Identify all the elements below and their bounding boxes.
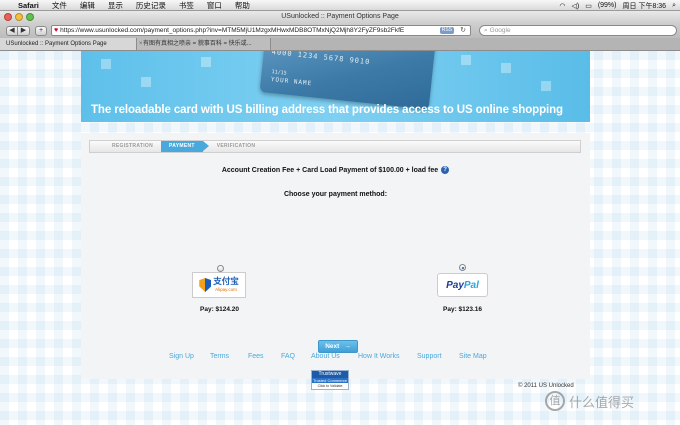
spotlight-icon[interactable]: ⌕ bbox=[672, 2, 676, 10]
tab-bar: USunlocked :: Payment Options Page × 有图有… bbox=[0, 38, 680, 51]
watermark-badge: 值 bbox=[545, 391, 565, 411]
web-page: 4000 1234 5678 9010 11/15 YOUR NAME The … bbox=[0, 51, 680, 425]
step-verification: VERIFICATION bbox=[216, 143, 256, 149]
fee-text: Account Creation Fee + Card Load Payment… bbox=[221, 167, 439, 174]
menu-bookmarks[interactable]: 书签 bbox=[179, 0, 194, 11]
site-watermark: 值 什么值得买 bbox=[545, 391, 634, 411]
rss-button[interactable]: RSS bbox=[439, 27, 454, 34]
menu-app-name[interactable]: Safari bbox=[18, 1, 39, 10]
volume-icon[interactable]: ◁) bbox=[571, 2, 579, 10]
banner-tagline: The reloadable card with US billing addr… bbox=[91, 104, 563, 116]
url-text[interactable]: https://www.usunlocked.com/payment_optio… bbox=[60, 27, 435, 34]
forward-button[interactable]: ▶ bbox=[18, 25, 30, 36]
window-titlebar: USunlocked :: Payment Options Page bbox=[0, 11, 680, 23]
next-button[interactable]: Next → bbox=[318, 340, 358, 353]
menu-file[interactable]: 文件 bbox=[52, 0, 67, 11]
zoom-window-icon[interactable] bbox=[26, 13, 34, 21]
battery-icon[interactable]: ▭ bbox=[585, 2, 592, 10]
paypal-logo[interactable]: Pay Pal bbox=[437, 273, 488, 297]
reload-icon[interactable]: ↻ bbox=[460, 26, 466, 34]
footer-link-faq[interactable]: FAQ bbox=[281, 353, 295, 360]
footer-link-support[interactable]: Support bbox=[417, 353, 442, 360]
alipay-shield-icon bbox=[199, 278, 212, 292]
menu-view[interactable]: 显示 bbox=[108, 0, 123, 11]
search-icon: ⌕ bbox=[484, 26, 488, 34]
window-title: USunlocked :: Payment Options Page bbox=[281, 13, 399, 20]
menu-history[interactable]: 历史记录 bbox=[136, 0, 166, 11]
menu-edit[interactable]: 编辑 bbox=[80, 0, 95, 11]
alipay-name-en: Alipay.com bbox=[215, 286, 237, 292]
alipay-name-cn: 支付宝 bbox=[213, 276, 239, 287]
tab-label: USunlocked :: Payment Options Page bbox=[6, 41, 107, 47]
trust-seal-title: Trustwave bbox=[312, 371, 348, 378]
wifi-icon[interactable]: ◠ bbox=[559, 2, 565, 10]
watermark-text: 什么值得买 bbox=[569, 394, 635, 410]
menu-help[interactable]: 帮助 bbox=[235, 0, 250, 11]
alipay-radio[interactable] bbox=[217, 265, 224, 272]
tab-second[interactable]: × 有图有真相之喷亲 = 貌事百科 = 快乐或... bbox=[137, 38, 271, 50]
address-bar[interactable]: ♥ https://www.usunlocked.com/payment_opt… bbox=[51, 25, 471, 36]
back-button[interactable]: ◀ bbox=[6, 25, 18, 36]
step-registration: REGISTRATION bbox=[112, 143, 154, 149]
close-tab-icon[interactable]: × bbox=[139, 38, 143, 50]
clock[interactable]: 周日 下午8:36 bbox=[623, 1, 667, 11]
paypal-price: Pay: $123.16 bbox=[443, 306, 483, 313]
next-label: Next bbox=[325, 343, 340, 350]
card-name: YOUR NAME bbox=[270, 76, 313, 88]
site-favicon-icon: ♥ bbox=[54, 27, 59, 34]
close-window-icon[interactable] bbox=[4, 13, 12, 21]
card-number: 4000 1234 5678 9010 bbox=[271, 51, 371, 67]
footer-link-how-it-works[interactable]: How It Works bbox=[358, 353, 400, 360]
footer-link-sitemap[interactable]: Site Map bbox=[459, 353, 487, 360]
footer-link-terms[interactable]: Terms bbox=[210, 353, 229, 360]
paypal-radio[interactable] bbox=[459, 264, 466, 271]
alipay-price: Pay: $124.20 bbox=[200, 306, 240, 313]
battery-percent: (99%) bbox=[597, 2, 617, 9]
alipay-logo[interactable]: 支付宝 Alipay.com bbox=[192, 272, 246, 298]
fee-description: Account Creation Fee + Card Load Payment… bbox=[81, 166, 590, 174]
footer-link-fees[interactable]: Fees bbox=[248, 353, 264, 360]
trust-seal-action: Click to Validate bbox=[317, 384, 343, 388]
menubar-status-area: ◠ ◁) ▭ (99%) 周日 下午8:36 ⌕ bbox=[559, 0, 676, 11]
minimize-window-icon[interactable] bbox=[15, 13, 23, 21]
search-field[interactable]: ⌕ Google bbox=[479, 25, 677, 36]
footer-link-signup[interactable]: Sign Up bbox=[169, 353, 194, 360]
mac-menubar: Safari 文件 编辑 显示 历史记录 书签 窗口 帮助 ◠ ◁) ▭ (99… bbox=[0, 0, 680, 11]
browser-toolbar: ◀ ▶ + ♥ https://www.usunlocked.com/payme… bbox=[0, 23, 680, 38]
tab-payment-options[interactable]: USunlocked :: Payment Options Page bbox=[0, 38, 137, 50]
prepaid-card-image: 4000 1234 5678 9010 11/15 YOUR NAME bbox=[259, 51, 437, 110]
copyright: © 2011 US Unlocked bbox=[518, 383, 574, 389]
choose-method-heading: Choose your payment method: bbox=[283, 191, 388, 198]
search-placeholder: Google bbox=[489, 27, 511, 34]
tab-label: 有图有真相之喷亲 = 貌事百科 = 快乐或... bbox=[143, 41, 252, 47]
arrow-right-icon: → bbox=[344, 343, 351, 350]
menu-window[interactable]: 窗口 bbox=[207, 0, 222, 11]
trustwave-seal[interactable]: Trustwave Trusted Commerce Click to Vali… bbox=[311, 370, 349, 390]
window-controls bbox=[4, 13, 34, 21]
add-bookmark-button[interactable]: + bbox=[35, 25, 47, 36]
step-payment: PAYMENT bbox=[161, 141, 209, 152]
paypal-pal-text: Pal bbox=[463, 279, 479, 291]
progress-steps: REGISTRATION PAYMENT VERIFICATION bbox=[89, 140, 581, 153]
help-icon[interactable]: ? bbox=[441, 166, 450, 174]
paypal-pay-text: Pay bbox=[446, 279, 464, 291]
footer-link-about[interactable]: About Us bbox=[311, 353, 340, 360]
payment-panel: REGISTRATION PAYMENT VERIFICATION Accoun… bbox=[81, 133, 590, 379]
